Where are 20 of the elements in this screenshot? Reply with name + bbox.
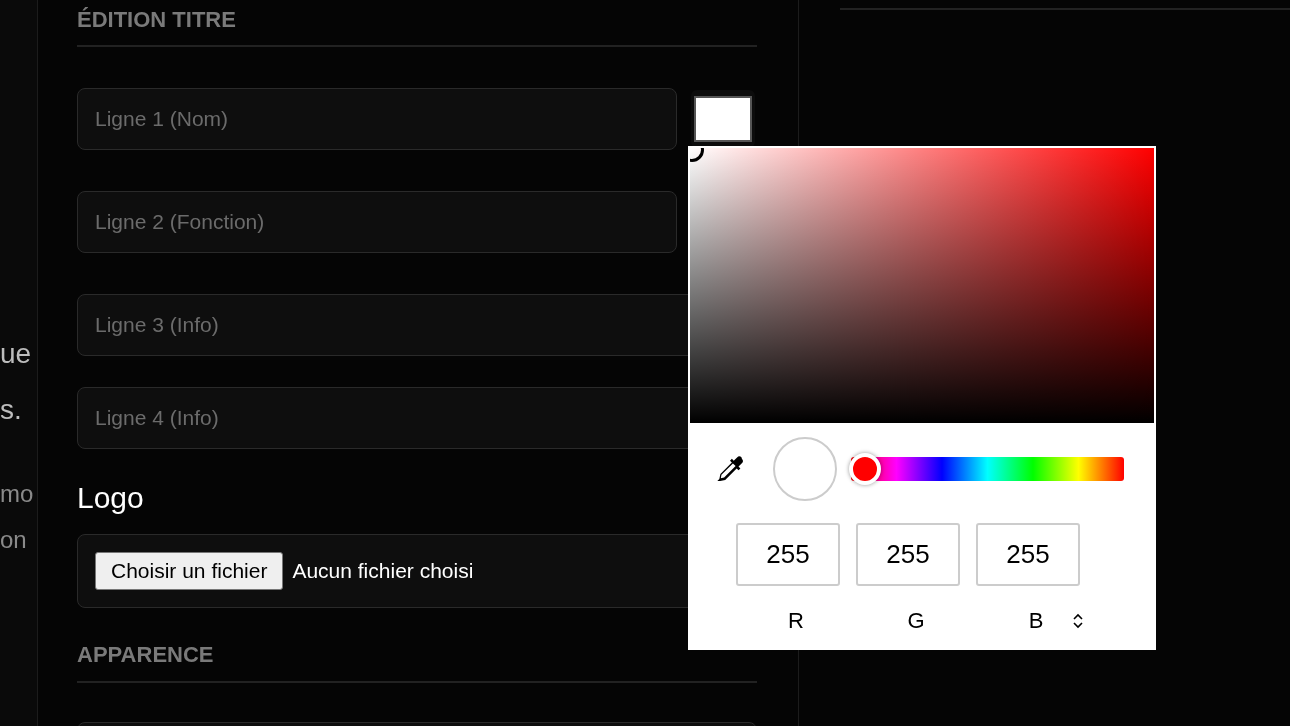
channel-input[interactable]: 255 — [856, 523, 960, 586]
channel-label: R — [788, 607, 804, 635]
text-fragment: on — [0, 528, 28, 555]
channel-label: B — [1028, 607, 1044, 635]
up-down-chevron-icon[interactable] — [1072, 611, 1084, 630]
section-heading: ÉDITION TITRE — [77, 0, 757, 47]
text-fragment: ue — [0, 340, 33, 371]
channel-label: G — [907, 607, 925, 635]
file-status: Aucun fichier choisi — [292, 558, 474, 585]
section-title: Logo — [77, 483, 145, 513]
text-input[interactable]: Ligne 2 (Fonction) — [77, 191, 677, 253]
channel-input[interactable]: 255 — [976, 523, 1080, 586]
saturation-area[interactable] — [690, 148, 1154, 423]
hue-slider[interactable] — [851, 457, 1124, 481]
text-fragment: mo — [0, 482, 35, 509]
choose-file-button[interactable]: Choisir un fichier — [95, 552, 284, 590]
text-fragment: s. — [0, 396, 23, 427]
color-swatch[interactable] — [691, 90, 755, 148]
text-input[interactable]: Ligne 1 (Nom) — [77, 88, 677, 150]
channel-input[interactable]: 255 — [736, 523, 840, 586]
